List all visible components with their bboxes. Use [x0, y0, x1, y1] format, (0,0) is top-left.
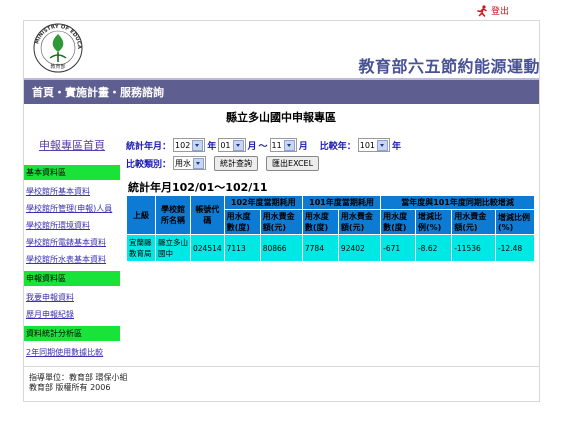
month-unit-label: 月 [247, 141, 257, 152]
footer-divider [24, 366, 539, 367]
header-cur-fee: 用水費金額(元) [259, 209, 303, 235]
year-unit-label: 年 [207, 141, 217, 152]
ministry-logo: MINISTRY OF EDUCATION 教育部 [32, 22, 83, 73]
month-from-value: 01 [220, 140, 231, 150]
month-to-value: 11 [271, 140, 282, 150]
cell-cmp-fee-pct: -12.48 [494, 234, 536, 262]
sidebar-link-report-data[interactable]: 我要申報資料 [24, 289, 120, 306]
header-cur-water: 用水度數(度) [223, 209, 261, 235]
compare-year-value: 101 [359, 140, 376, 150]
filter-form: 統計年月： 102 年 01 月～ 11 月 比較年： 101 年 比較類別： … [126, 137, 401, 171]
sidebar-section-stats: 資料統計分析區 [24, 326, 120, 341]
sidebar-section-basic: 基本資料區 [24, 165, 120, 180]
footer: 指導單位：教育部 環保小組 教育部 版權所有 2006 [29, 373, 128, 393]
chevron-down-icon [193, 157, 205, 169]
page-title: 縣立多山國中申報專區 [226, 111, 336, 124]
cell-account: 024514 [190, 234, 225, 262]
table-row: 宜蘭縣教育局 縣立多山國中 024514 7113 80866 7784 924… [126, 234, 536, 262]
year-select[interactable]: 102 [173, 138, 206, 152]
header-prev-water: 用水度數(度) [301, 209, 339, 235]
nav-plan[interactable]: 實施計畫 [65, 86, 109, 99]
sidebar-link-report-history[interactable]: 歷月申報紀錄 [24, 306, 120, 323]
month-unit-label: 月 [298, 141, 308, 152]
cell-cur-water: 7113 [223, 234, 261, 262]
comparison-table: 上級 學校館所名稱 帳號代碼 102年度當期耗用 101年度當期耗用 當年度與1… [126, 195, 536, 262]
cell-cmp-fee: -11536 [451, 234, 496, 262]
svg-text:教育部: 教育部 [50, 63, 65, 70]
cell-parent: 宜蘭縣教育局 [126, 234, 156, 262]
header-account: 帳號代碼 [190, 195, 225, 235]
export-excel-button[interactable]: 匯出EXCEL [266, 155, 320, 171]
sidebar-home-link[interactable]: 申報專區首頁 [24, 137, 120, 153]
compare-type-select[interactable]: 用水 [173, 156, 207, 170]
compare-year-label: 比較年： [319, 141, 356, 152]
range-separator: ～ [258, 141, 268, 152]
stat-month-label: 統計年月： [126, 141, 172, 152]
header-cmp-fee-pct: 增減比例(%) [494, 209, 536, 235]
compare-type-label: 比較類別： [126, 159, 172, 170]
nav-consult[interactable]: 服務諮詢 [120, 86, 164, 99]
header-cmp-water: 用水度數(度) [380, 209, 416, 235]
header-prev-fee: 用水費金額(元) [337, 209, 382, 235]
year-unit-label: 年 [392, 141, 402, 152]
compare-year-select[interactable]: 101 [357, 138, 391, 152]
compare-type-value: 用水 [175, 158, 192, 168]
stat-period-title: 統計年月102/01～102/11 [128, 181, 268, 194]
header-school-name: 學校館所名稱 [155, 195, 191, 235]
sidebar-section-report: 申報資料區 [24, 271, 120, 286]
footer-copyright: 教育部 版權所有 2006 [29, 383, 111, 392]
sidebar-link-school-basic[interactable]: 學校館所基本資料 [24, 183, 120, 200]
logout-label: 登出 [491, 7, 510, 17]
month-to-select[interactable]: 11 [269, 138, 297, 152]
chevron-down-icon [232, 139, 244, 151]
cell-prev-fee: 92402 [337, 234, 382, 262]
chevron-down-icon [377, 139, 389, 151]
nav-separator: ・ [54, 86, 65, 99]
sidebar-link-water-meter[interactable]: 學校館所水表基本資料 [24, 251, 120, 268]
header-parent: 上級 [126, 195, 156, 235]
running-person-icon [477, 4, 487, 17]
cell-school-name: 縣立多山國中 [155, 234, 191, 262]
cell-cur-fee: 80866 [259, 234, 303, 262]
month-from-select[interactable]: 01 [218, 138, 246, 152]
header-previous-group: 101年度當期耗用 [301, 195, 382, 210]
sidebar-link-electric-meter[interactable]: 學校館所電錶基本資料 [24, 234, 120, 251]
header-cmp-fee: 用水費金額(元) [451, 209, 496, 235]
nav-home[interactable]: 首頁 [32, 86, 54, 99]
sidebar: 申報專區首頁 基本資料區 學校館所基本資料 學校館所管理(申報)人員 學校館所環… [24, 137, 120, 361]
header-current-group: 102年度當期耗用 [223, 195, 303, 210]
nav-separator: ・ [109, 86, 120, 99]
sidebar-link-compare[interactable]: 2年同期使用數據比較 [24, 344, 120, 361]
header-cmp-water-pct: 增減比例(%) [414, 209, 453, 235]
sidebar-link-school-staff[interactable]: 學校館所管理(申報)人員 [24, 200, 120, 217]
header-compare-group: 當年度與101年度同期比較增減 [380, 195, 535, 210]
sidebar-link-school-env[interactable]: 學校館所環境資料 [24, 217, 120, 234]
cell-prev-water: 7784 [301, 234, 339, 262]
cell-cmp-water: -671 [380, 234, 416, 262]
site-title: 教育部六五節約能源運動 [358, 57, 540, 76]
query-button[interactable]: 統計查詢 [214, 155, 259, 171]
chevron-down-icon [192, 139, 204, 151]
cell-cmp-water-pct: -8.62 [414, 234, 453, 262]
main-navbar: 首頁・實施計畫・服務諮詢 [24, 78, 539, 104]
year-value: 102 [175, 140, 191, 150]
logout-link[interactable]: 登出 [476, 4, 509, 17]
footer-supervisor: 指導單位：教育部 環保小組 [29, 373, 128, 382]
chevron-down-icon [283, 139, 295, 151]
